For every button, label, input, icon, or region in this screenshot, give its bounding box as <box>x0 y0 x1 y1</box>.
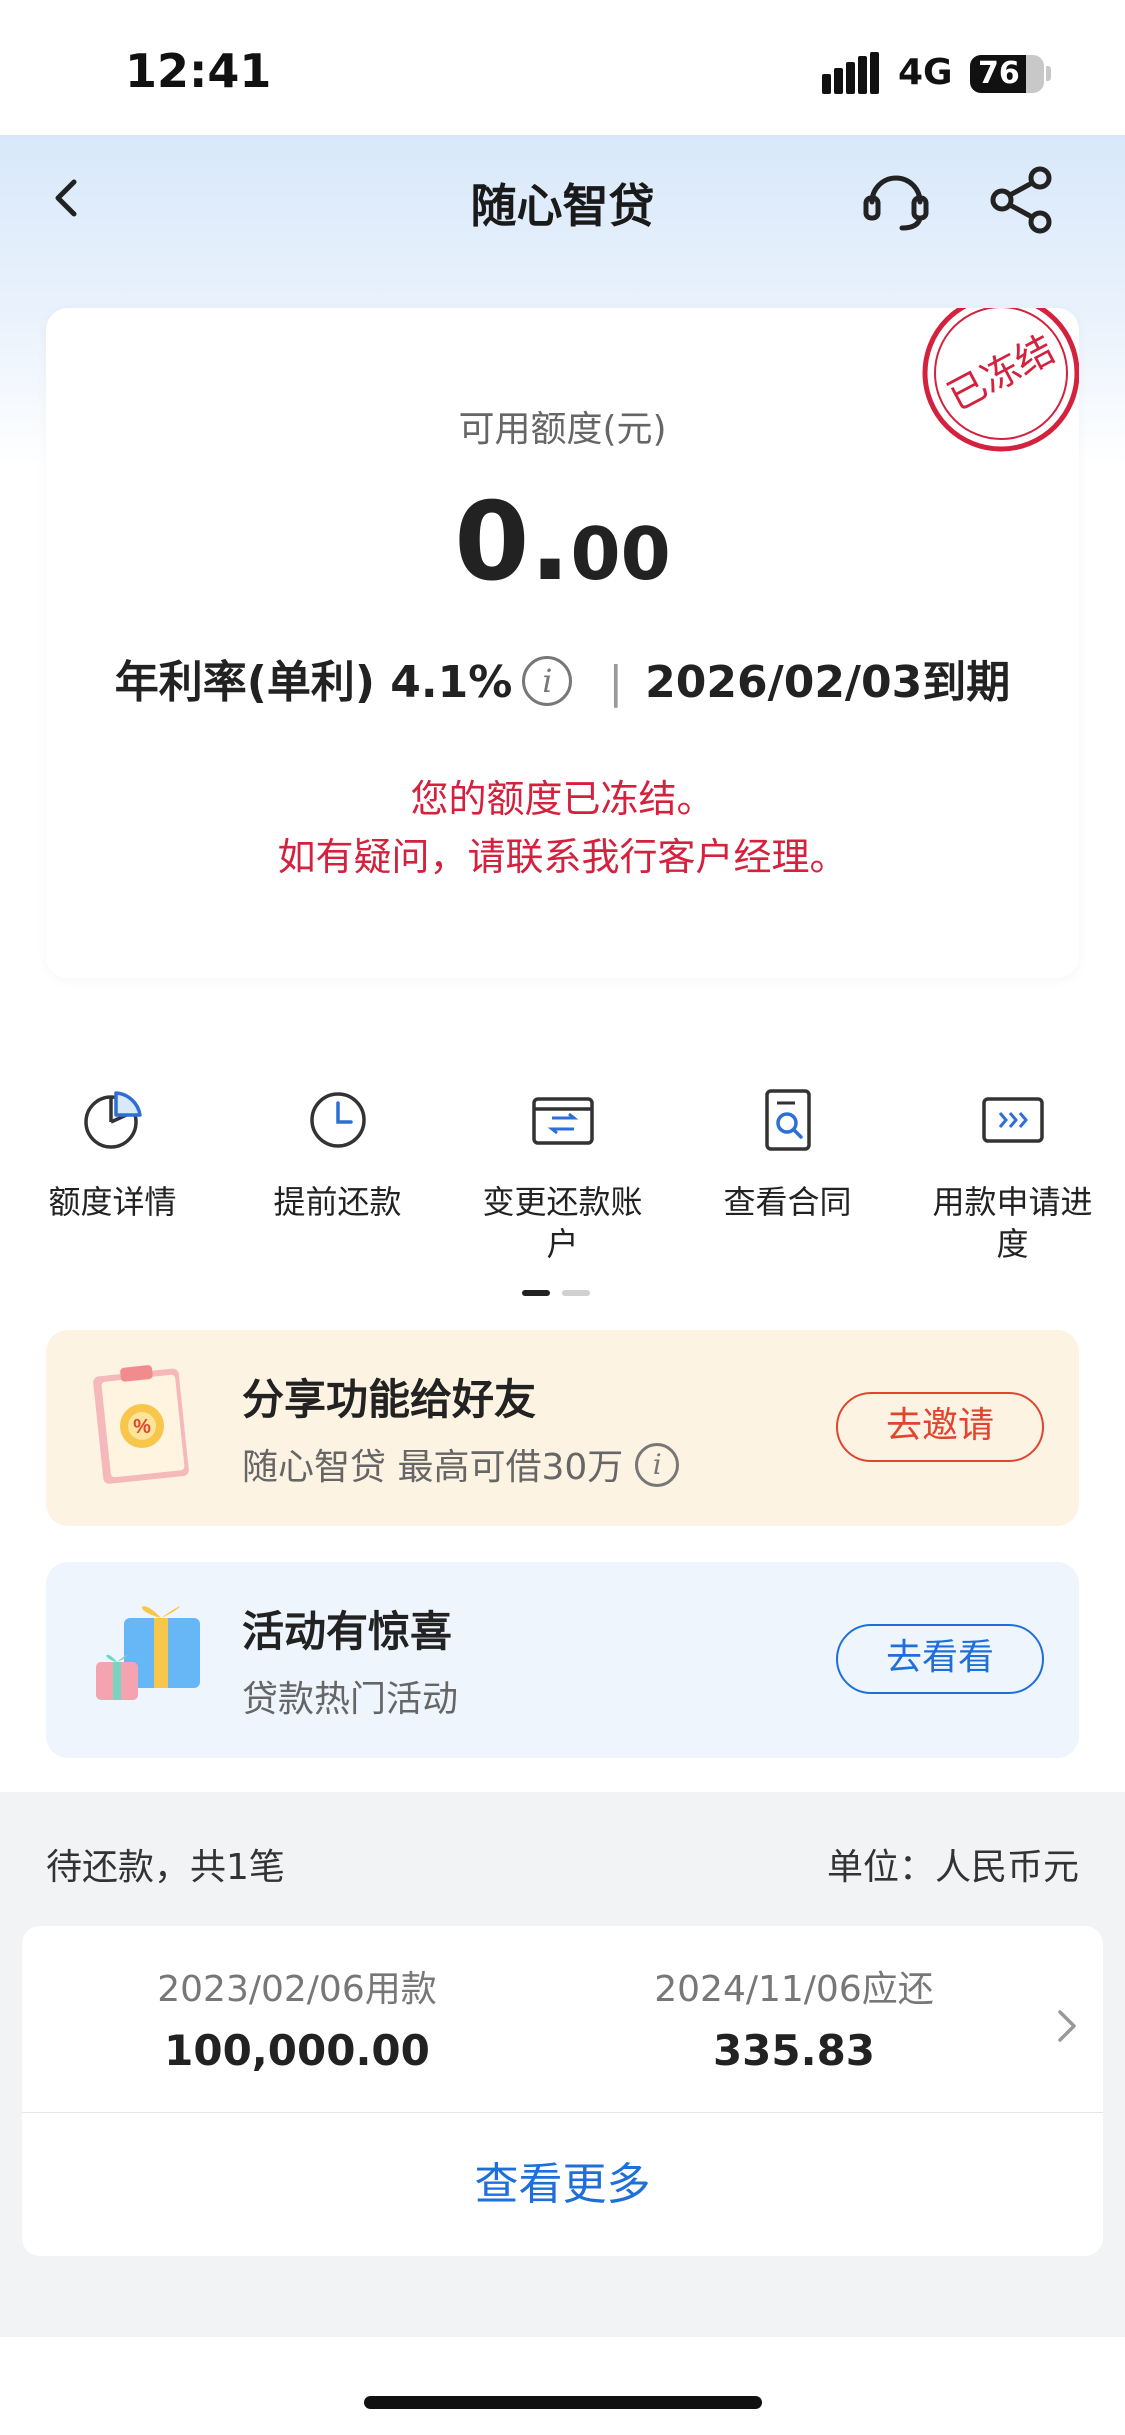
action-credit-details[interactable]: 额度详情 <box>0 1085 225 1223</box>
share-subtitle-text: 随心智贷 最高可借30万 <box>242 1447 624 1488</box>
repayment-card: 2023/02/06用款 100,000.00 2024/11/06应还 335… <box>22 1926 1103 2256</box>
action-label: 查看合同 <box>723 1183 852 1221</box>
action-early-repayment[interactable]: 提前还款 <box>225 1085 450 1223</box>
status-time: 12:41 <box>125 44 272 98</box>
share-subtitle: 随心智贷 最高可借30万 i <box>242 1438 680 1491</box>
frozen-notice: 您的额度已冻结。 如有疑问，请联系我行客户经理。 <box>46 770 1079 886</box>
action-label: 变更还款账户 <box>482 1183 643 1263</box>
loan-info: 2023/02/06用款 100,000.00 <box>97 1960 497 2075</box>
share-banner[interactable]: % 分享功能给好友 随心智贷 最高可借30万 i 去邀请 <box>46 1330 1079 1526</box>
share-title: 分享功能给好友 <box>242 1375 537 1424</box>
info-icon[interactable]: i <box>635 1443 680 1487</box>
svg-text:%: % <box>133 1416 151 1438</box>
frozen-notice-line2: 如有疑问，请联系我行客户经理。 <box>277 835 848 879</box>
interest-rate: 年利率(单利) 4.1% <box>114 657 513 708</box>
activity-banner[interactable]: 活动有惊喜 贷款热门活动 去看看 <box>46 1562 1079 1758</box>
due-info: 2024/11/06应还 335.83 <box>594 1960 994 2075</box>
action-label: 额度详情 <box>48 1183 177 1221</box>
page-title: 随心智贷 <box>470 179 655 233</box>
battery-icon: 76 <box>970 55 1044 93</box>
pending-repayment-count: 待还款，共1笔 <box>46 1847 285 1888</box>
activity-subtitle: 贷款热门活动 <box>242 1679 459 1720</box>
action-label: 提前还款 <box>273 1183 402 1221</box>
quick-actions: 额度详情 提前还款 变更还款账户 查看合同 用款申请进度 <box>0 1085 1125 1285</box>
credit-amount-decimal: 00 <box>570 512 671 596</box>
repayment-section: 待还款，共1笔 单位：人民币元 2023/02/06用款 100,000.00 … <box>0 1792 1125 2337</box>
due-date: 2024/11/06应还 <box>654 1969 934 2010</box>
frozen-notice-line1: 您的额度已冻结。 <box>410 777 715 821</box>
activity-title: 活动有惊喜 <box>242 1607 453 1656</box>
headset-icon <box>863 175 929 231</box>
credit-card: 已冻结 可用额度(元) 0.00 年利率(单利) 4.1% i | 2026/02/0… <box>46 308 1079 978</box>
expiry-date: 2026/02/03到期 <box>645 657 1011 708</box>
status-bar: 12:41 4G 76 <box>0 0 1125 135</box>
customer-service-button[interactable] <box>858 162 934 238</box>
clock-icon <box>309 1092 366 1148</box>
currency-unit: 单位：人民币元 <box>826 1847 1079 1888</box>
home-indicator <box>364 2396 762 2409</box>
info-icon[interactable]: i <box>522 656 573 706</box>
invite-button[interactable]: 去邀请 <box>836 1392 1044 1462</box>
network-type: 4G <box>898 52 953 93</box>
credit-amount-integer: 0. <box>454 480 571 605</box>
rate-row: 年利率(单利) 4.1% i | 2026/02/03到期 <box>46 646 1079 710</box>
signal-icon <box>822 52 880 94</box>
progress-arrows-icon <box>981 1097 1044 1143</box>
chevron-right-icon <box>1058 2010 1076 2042</box>
available-credit-amount: 0.00 <box>46 480 1079 605</box>
battery-tip <box>1046 66 1051 81</box>
action-label: 用款申请进度 <box>932 1183 1093 1263</box>
pie-chart-icon <box>83 1091 142 1149</box>
share-button[interactable] <box>984 162 1060 238</box>
action-application-progress[interactable]: 用款申请进度 <box>900 1085 1125 1265</box>
view-activity-button[interactable]: 去看看 <box>836 1624 1044 1694</box>
gift-box-icon <box>96 1606 200 1700</box>
divider: | <box>608 657 624 708</box>
share-icon <box>990 166 1052 234</box>
action-change-account[interactable]: 变更还款账户 <box>450 1085 675 1265</box>
available-credit-label: 可用额度(元) <box>458 409 667 450</box>
view-more-link[interactable]: 查看更多 <box>22 2148 1103 2212</box>
loan-row[interactable]: 2023/02/06用款 100,000.00 2024/11/06应还 335… <box>22 1926 1103 2112</box>
divider <box>22 2112 1103 2113</box>
due-amount: 335.83 <box>712 2026 876 2075</box>
card-exchange-icon <box>531 1097 594 1145</box>
loan-amount: 100,000.00 <box>164 2026 430 2075</box>
battery-level: 76 <box>978 56 1020 91</box>
clipboard-percent-icon: % <box>93 1365 189 1484</box>
loan-date: 2023/02/06用款 <box>157 1969 437 2010</box>
action-view-contract[interactable]: 查看合同 <box>675 1085 900 1223</box>
document-search-icon <box>764 1089 811 1151</box>
page-dot-active <box>522 1290 550 1296</box>
page-dot <box>562 1290 590 1296</box>
frozen-stamp: 已冻结 <box>922 308 1079 452</box>
